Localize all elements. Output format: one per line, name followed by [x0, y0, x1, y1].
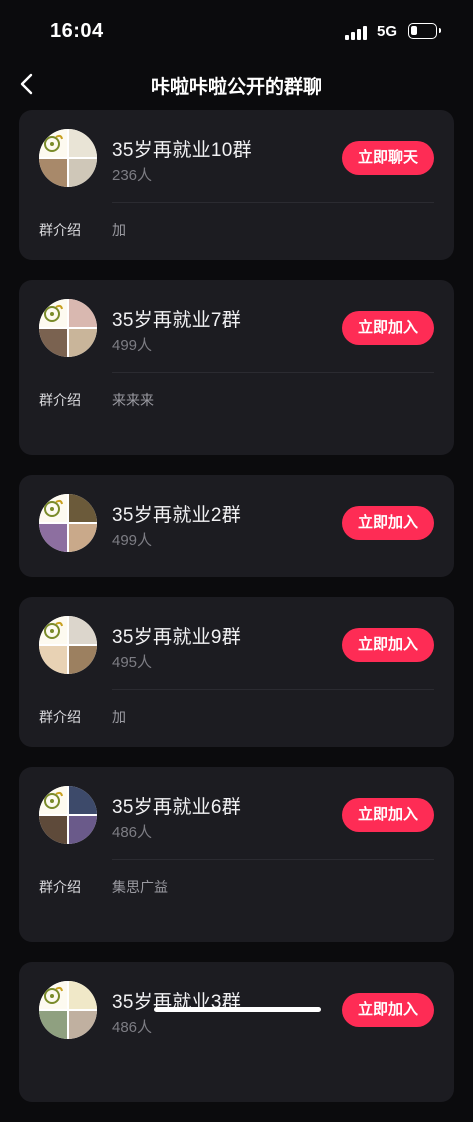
join-now-button[interactable]: 立即加入	[342, 506, 434, 540]
divider	[112, 859, 434, 860]
intro-text: 加	[112, 222, 126, 238]
group-name: 35岁再就业7群	[112, 310, 242, 331]
divider	[112, 689, 434, 690]
status-time: 16:04	[50, 20, 104, 42]
group-list: 35岁再就业10群 236人 立即聊天 群介绍加 35岁再就业7群 499人 立即加入 群介绍…	[19, 110, 454, 1122]
member-count: 236人	[112, 167, 153, 184]
page-title: 咔啦咔啦公开的群聊	[150, 77, 322, 98]
nav-bar: 咔啦咔啦公开的群聊	[0, 62, 473, 106]
group-card[interactable]: 35岁再就业6群 486人 立即加入群介绍 集思广益	[19, 767, 454, 942]
group-name: 35岁再就业2群	[112, 505, 242, 526]
join-now-button[interactable]: 立即加入	[342, 311, 434, 345]
battery-icon	[408, 23, 441, 39]
divider	[112, 202, 434, 203]
group-name: 35岁再就业6群	[112, 797, 242, 818]
group-avatar[interactable]	[39, 494, 97, 552]
join-now-button[interactable]: 立即加入	[342, 798, 434, 832]
group-card[interactable]: 35岁再就业3群 486人 立即加入	[19, 962, 454, 1102]
intro-label: 群介绍	[39, 879, 81, 895]
cellular-signal-icon	[345, 26, 367, 40]
group-card[interactable]: 35岁再就业7群 499人 立即加入群介绍 来来来	[19, 280, 454, 455]
intro-text: 加	[112, 709, 126, 725]
divider	[112, 372, 434, 373]
home-indicator[interactable]	[154, 1007, 321, 1012]
group-avatar[interactable]	[39, 129, 97, 187]
intro-label: 群介绍	[39, 709, 81, 725]
network-type: 5G	[377, 23, 398, 40]
group-avatar[interactable]	[39, 299, 97, 357]
member-count: 499人	[112, 532, 153, 549]
group-avatar[interactable]	[39, 981, 97, 1039]
member-count: 495人	[112, 654, 153, 671]
join-now-button[interactable]: 立即加入	[342, 993, 434, 1027]
chat-now-button[interactable]: 立即聊天	[342, 141, 434, 175]
join-now-button[interactable]: 立即加入	[342, 628, 434, 662]
status-bar: 16:04 5G	[0, 0, 473, 62]
group-name: 35岁再就业9群	[112, 627, 242, 648]
group-card[interactable]: 35岁再就业10群 236人 立即聊天群介绍 加	[19, 110, 454, 260]
group-name: 35岁再就业10群	[112, 140, 252, 161]
member-count: 486人	[112, 1019, 153, 1036]
intro-text: 集思广益	[112, 879, 168, 895]
member-count: 486人	[112, 824, 153, 841]
intro-text: 来来来	[112, 392, 154, 408]
intro-label: 群介绍	[39, 222, 81, 238]
member-count: 499人	[112, 337, 153, 354]
intro-label: 群介绍	[39, 392, 81, 408]
group-avatar[interactable]	[39, 786, 97, 844]
group-avatar[interactable]	[39, 616, 97, 674]
group-card[interactable]: 35岁再就业9群 495人 立即加入群介绍 加	[19, 597, 454, 747]
group-card[interactable]: 35岁再就业2群 499人 立即加入	[19, 475, 454, 577]
